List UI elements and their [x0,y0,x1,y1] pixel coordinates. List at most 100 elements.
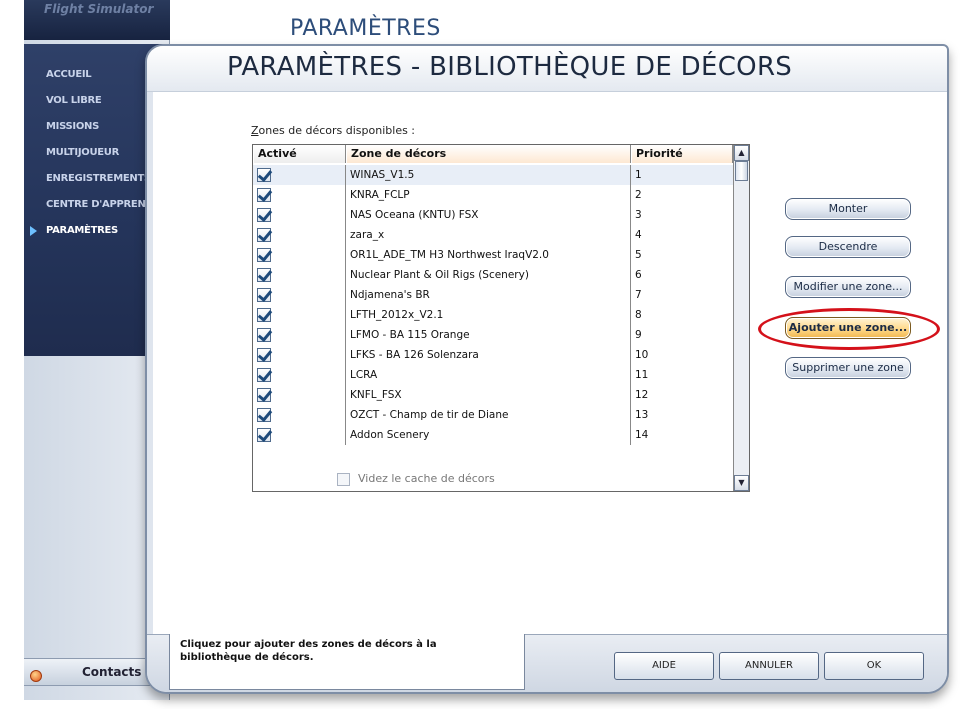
scroll-down-arrow-icon[interactable]: ▼ [734,475,749,491]
table-row[interactable]: LFMO - BA 115 Orange 9 [253,325,733,345]
sidebar-item-label: PARAMÈTRES [46,225,118,236]
table-row[interactable]: Nuclear Plant & Oil Rigs (Scenery) 6 [253,265,733,285]
zone-cell: Ndjamena's BR [346,285,631,305]
priority-cell: 10 [635,349,649,361]
column-header-priority[interactable]: Priorité [631,145,733,163]
table-row[interactable]: OZCT - Champ de tir de Diane 13 [253,405,733,425]
active-cell [253,405,346,425]
active-checkbox[interactable] [257,408,271,422]
dialog-title: PARAMÈTRES - BIBLIOTHÈQUE DE DÉCORS [227,52,793,82]
active-checkbox[interactable] [257,228,271,242]
active-marker-icon [30,226,37,236]
active-checkbox[interactable] [257,348,271,362]
table-header: Activé Zone de décors Priorité [253,145,733,163]
hint-box: Cliquez pour ajouter des zones de décors… [169,634,525,690]
active-checkbox[interactable] [257,288,271,302]
active-cell [253,205,346,225]
priority-cell: 4 [635,229,642,241]
priority-cell: 8 [635,309,642,321]
zone-cell: WINAS_V1.5 [346,165,631,185]
priority-cell: 13 [635,409,649,421]
ok-button[interactable]: OK [824,652,924,680]
table-row[interactable]: Addon Scenery 14 [253,425,733,445]
active-cell [253,325,346,345]
active-cell [253,385,346,405]
edit-zone-button[interactable]: Modifier une zone... [785,276,911,298]
zone-cell: LFTH_2012x_V2.1 [346,305,631,325]
active-cell [253,285,346,305]
list-label-text: ones de décors disponibles : [258,124,416,137]
scenery-table[interactable]: Activé Zone de décors Priorité WINAS_V1.… [252,144,750,492]
table-row[interactable]: KNFL_FSX 12 [253,385,733,405]
active-cell [253,345,346,365]
active-cell [253,165,346,185]
sidebar-header: Flight Simulator [24,0,170,40]
scroll-up-arrow-icon[interactable]: ▲ [734,145,749,161]
priority-cell: 7 [635,289,642,301]
help-button[interactable]: AIDE [614,652,714,680]
active-checkbox[interactable] [257,168,271,182]
active-checkbox[interactable] [257,248,271,262]
active-cell [253,365,346,385]
active-cell [253,245,346,265]
zone-cell: OZCT - Champ de tir de Diane [346,405,631,425]
table-row[interactable]: LFTH_2012x_V2.1 8 [253,305,733,325]
table-row[interactable]: OR1L_ADE_TM H3 Northwest IraqV2.0 5 [253,245,733,265]
priority-cell: 1 [635,169,642,181]
zone-cell: OR1L_ADE_TM H3 Northwest IraqV2.0 [346,245,631,265]
zone-cell: LCRA [346,365,631,385]
active-cell [253,305,346,325]
active-cell [253,265,346,285]
highlight-circle [758,308,940,350]
table-row[interactable]: LCRA 11 [253,365,733,385]
table-row[interactable]: NAS Oceana (KNTU) FSX 3 [253,205,733,225]
table-rows: WINAS_V1.5 1 KNRA_FCLP 2 NAS Oceana (KNTU) F… [253,165,733,491]
zone-cell: Nuclear Plant & Oil Rigs (Scenery) [346,265,631,285]
active-cell [253,225,346,245]
priority-cell: 12 [635,389,649,401]
scroll-thumb[interactable] [735,161,748,181]
table-row[interactable]: zara_x 4 [253,225,733,245]
priority-cell: 3 [635,209,642,221]
scenery-list-label: Zones de décors disponibles : [251,124,415,137]
active-checkbox[interactable] [257,388,271,402]
active-checkbox[interactable] [257,368,271,382]
zone-cell: zara_x [346,225,631,245]
priority-cell: 2 [635,189,642,201]
contacts-label: Contacts [82,665,142,679]
dialog-header: PARAMÈTRES - BIBLIOTHÈQUE DE DÉCORS [147,46,947,92]
clear-cache-label: Videz le cache de décors [358,472,495,485]
background-page-title: PARAMÈTRES [290,16,441,41]
table-row[interactable]: Ndjamena's BR 7 [253,285,733,305]
app-window: Flight Simulator ACCUEIL VOL LIBRE MISSI… [0,0,962,709]
active-checkbox[interactable] [257,268,271,282]
priority-cell: 11 [635,369,649,381]
priority-cell: 9 [635,329,642,341]
table-row[interactable]: KNRA_FCLP 2 [253,185,733,205]
zone-cell: KNFL_FSX [346,385,631,405]
table-row[interactable]: WINAS_V1.5 1 [253,165,733,185]
zone-cell: KNRA_FCLP [346,185,631,205]
table-row[interactable]: LFKS - BA 126 Solenzara 10 [253,345,733,365]
active-checkbox[interactable] [257,328,271,342]
move-down-button[interactable]: Descendre [785,236,911,258]
cancel-button[interactable]: ANNULER [719,652,819,680]
delete-zone-button[interactable]: Supprimer une zone [785,357,911,379]
column-header-active[interactable]: Activé [253,145,346,163]
app-logo: Flight Simulator [44,2,154,16]
active-cell [253,185,346,205]
active-checkbox[interactable] [257,308,271,322]
zone-cell: NAS Oceana (KNTU) FSX [346,205,631,225]
hint-text: Cliquez pour ajouter des zones de décors… [180,639,437,663]
table-scrollbar[interactable]: ▲ ▼ [733,145,749,491]
contacts-status-icon [30,670,42,682]
active-checkbox[interactable] [257,428,271,442]
active-checkbox[interactable] [257,188,271,202]
active-checkbox[interactable] [257,208,271,222]
column-header-zone[interactable]: Zone de décors [346,145,631,163]
move-up-button[interactable]: Monter [785,198,911,220]
zone-cell: LFMO - BA 115 Orange [346,325,631,345]
clear-cache-checkbox[interactable] [337,473,350,486]
priority-cell: 14 [635,429,649,441]
active-cell [253,425,346,445]
